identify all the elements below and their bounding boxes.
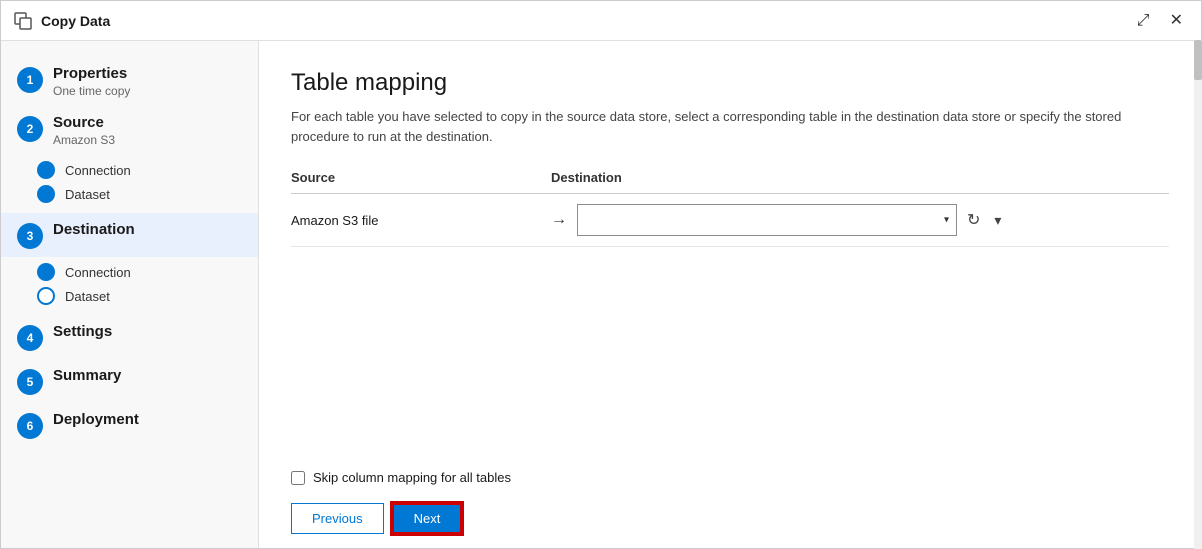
destination-dropdown-wrapper[interactable]: ▾: [577, 204, 957, 236]
skip-column-mapping-label: Skip column mapping for all tables: [313, 470, 511, 485]
step-info-5: Summary: [53, 367, 121, 384]
copy-data-icon: [13, 11, 33, 31]
refresh-button[interactable]: ↻: [965, 208, 982, 232]
expand-row-button[interactable]: ▾: [992, 210, 1003, 231]
dest-connection-dot: [37, 263, 55, 281]
content-area: Table mapping For each table you have se…: [259, 41, 1201, 548]
source-sub-steps: Connection Dataset: [1, 155, 258, 209]
button-row: Previous Next: [291, 503, 1169, 534]
step-circle-1: 1: [17, 67, 43, 93]
expand-button[interactable]: ⤢: [1131, 11, 1156, 31]
page-description: For each table you have selected to copy…: [291, 107, 1169, 146]
step-info-2: Source Amazon S3: [53, 114, 115, 147]
main-layout: 1 Properties One time copy 2 Source Amaz…: [1, 41, 1201, 548]
window: Copy Data ⤢ ✕ 1 Properties One time copy…: [0, 0, 1202, 549]
step-title-2: Source: [53, 114, 115, 131]
col-destination-header: Destination: [551, 170, 951, 185]
scrollbar-thumb[interactable]: [1194, 41, 1201, 80]
step-title-5: Summary: [53, 367, 121, 384]
arrow-icon: →: [551, 211, 567, 229]
sidebar-step-6[interactable]: 6 Deployment: [1, 403, 258, 447]
step-subtitle-1: One time copy: [53, 84, 130, 98]
step-info-6: Deployment: [53, 411, 139, 428]
source-dataset-step: Dataset: [37, 185, 258, 203]
step-circle-2: 2: [17, 116, 43, 142]
step-info-1: Properties One time copy: [53, 65, 130, 98]
dest-connection-step: Connection: [37, 263, 258, 281]
col-source-header: Source: [291, 170, 551, 185]
footer-area: Skip column mapping for all tables Previ…: [259, 456, 1201, 548]
source-file-label: Amazon S3 file: [291, 213, 378, 228]
destination-sub-steps: Connection Dataset: [1, 257, 258, 311]
step-title-4: Settings: [53, 323, 112, 340]
content-inner: Table mapping For each table you have se…: [259, 41, 1201, 456]
title-bar: Copy Data ⤢ ✕: [1, 1, 1201, 41]
scrollbar-track: [1194, 41, 1201, 548]
source-connection-dot: [37, 161, 55, 179]
sidebar-step-5[interactable]: 5 Summary: [1, 359, 258, 403]
step-circle-6: 6: [17, 413, 43, 439]
sidebar-step-2[interactable]: 2 Source Amazon S3: [1, 106, 258, 155]
close-button[interactable]: ✕: [1164, 11, 1189, 31]
source-dataset-label: Dataset: [65, 187, 110, 202]
window-controls: ⤢ ✕: [1131, 11, 1189, 31]
row-actions: ↻ ▾: [965, 208, 1003, 232]
step-subtitle-2: Amazon S3: [53, 133, 115, 147]
step-title-6: Deployment: [53, 411, 139, 428]
source-dataset-dot: [37, 185, 55, 203]
previous-button[interactable]: Previous: [291, 503, 384, 534]
step-circle-5: 5: [17, 369, 43, 395]
dest-dataset-dot: [37, 287, 55, 305]
sidebar-step-3[interactable]: 3 Destination: [1, 213, 258, 257]
page-title: Table mapping: [291, 69, 1169, 97]
table-header: Source Destination: [291, 170, 1169, 194]
step-circle-3: 3: [17, 223, 43, 249]
table-row: Amazon S3 file → ▾ ↻ ▾: [291, 194, 1169, 247]
source-cell: Amazon S3 file: [291, 213, 551, 228]
dest-dataset-label: Dataset: [65, 289, 110, 304]
step-circle-4: 4: [17, 325, 43, 351]
sidebar-step-4[interactable]: 4 Settings: [1, 315, 258, 359]
sidebar-step-1[interactable]: 1 Properties One time copy: [1, 57, 258, 106]
dest-connection-label: Connection: [65, 265, 131, 280]
step-title-1: Properties: [53, 65, 130, 82]
step-title-3: Destination: [53, 221, 135, 238]
destination-select[interactable]: [577, 204, 957, 236]
step-info-4: Settings: [53, 323, 112, 340]
sidebar: 1 Properties One time copy 2 Source Amaz…: [1, 41, 259, 548]
next-button[interactable]: Next: [392, 503, 463, 534]
source-connection-label: Connection: [65, 163, 131, 178]
source-connection-step: Connection: [37, 161, 258, 179]
window-title: Copy Data: [41, 13, 1131, 29]
step-info-3: Destination: [53, 221, 135, 238]
skip-checkbox-row: Skip column mapping for all tables: [291, 470, 1169, 485]
skip-column-mapping-checkbox[interactable]: [291, 471, 305, 485]
dest-dataset-step: Dataset: [37, 287, 258, 305]
